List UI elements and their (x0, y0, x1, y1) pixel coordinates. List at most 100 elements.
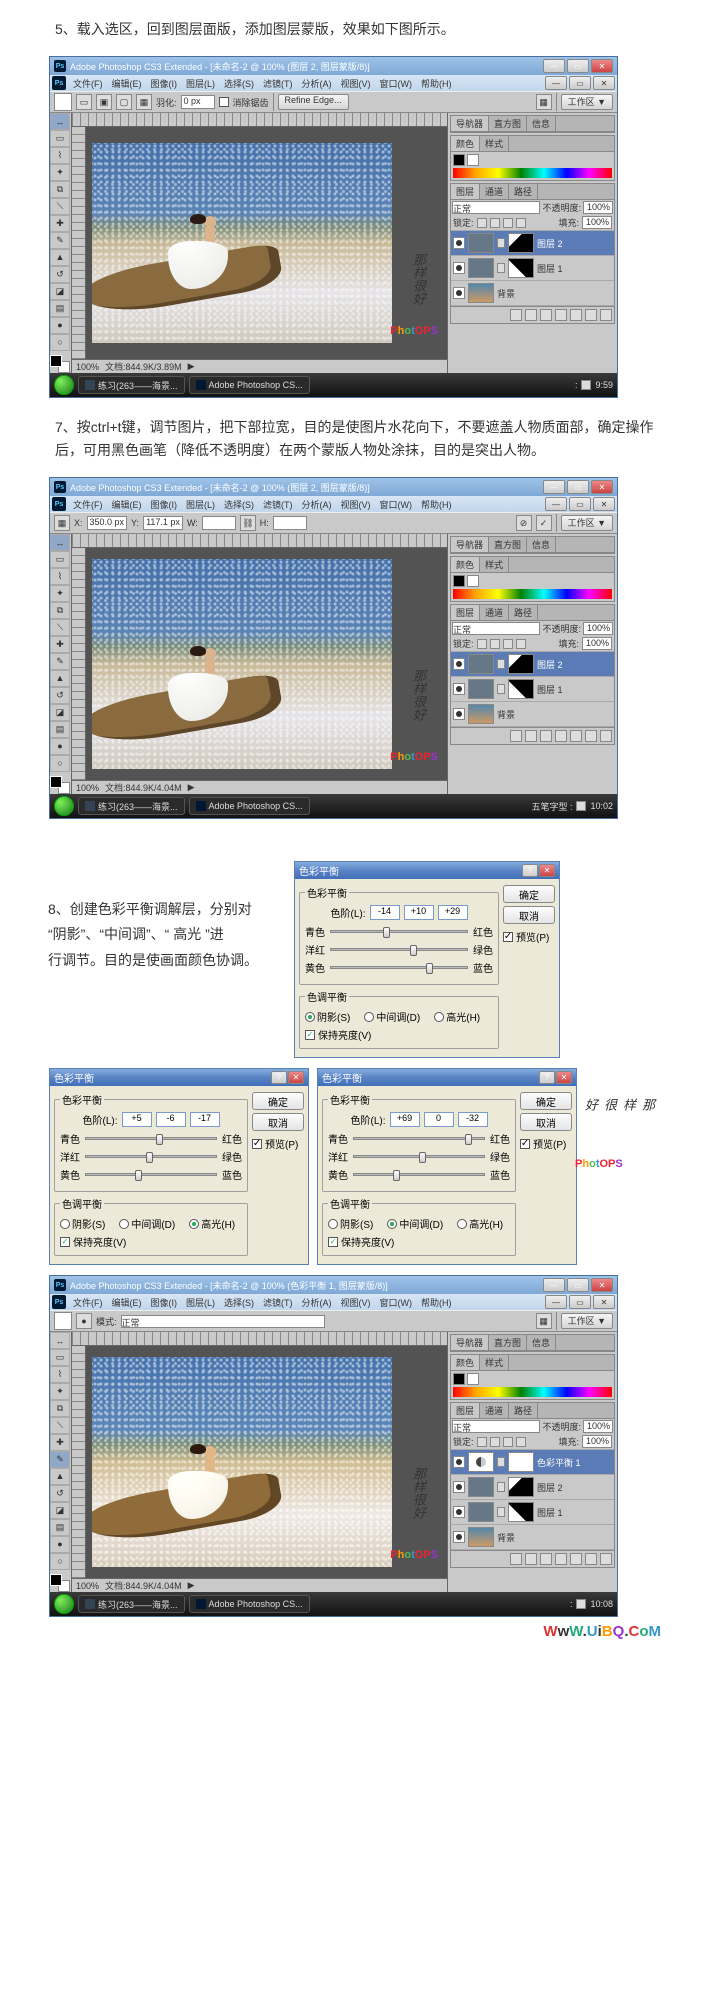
menu-edit[interactable]: 编辑(E) (108, 76, 146, 91)
new-layer-icon[interactable] (585, 730, 597, 742)
blend-mode-select[interactable]: 正常 (452, 622, 540, 635)
history-brush-icon[interactable]: ↺ (50, 266, 70, 283)
visibility-toggle[interactable] (453, 658, 465, 670)
lock-all-icon[interactable] (516, 218, 526, 228)
delete-layer-icon[interactable] (600, 1553, 612, 1565)
menu-layer[interactable]: 图层(L) (182, 497, 219, 512)
sel-add-icon[interactable]: ▣ (96, 94, 112, 110)
tab-navigator[interactable]: 导航器 (451, 116, 489, 131)
start-button[interactable] (54, 796, 74, 816)
menu-help[interactable]: 帮助(H) (417, 76, 456, 91)
dodge-tool-icon[interactable]: ○ (50, 1553, 70, 1570)
dialog-help-button[interactable]: ? (539, 1071, 555, 1084)
go-bridge-icon[interactable]: ▦ (536, 1313, 552, 1329)
new-layer-icon[interactable] (585, 309, 597, 321)
blend-mode-select[interactable]: 正常 (452, 201, 540, 214)
maximize-button[interactable]: ▭ (567, 1278, 589, 1292)
menu-edit[interactable]: 编辑(E) (108, 1295, 146, 1310)
heal-tool-icon[interactable]: ✚ (50, 1434, 70, 1451)
lock-pixels-icon[interactable] (490, 639, 500, 649)
radio-highlights[interactable]: 高光(H) (189, 1216, 235, 1231)
crop-tool-icon[interactable]: ⧉ (50, 602, 70, 619)
layer-row[interactable]: 背景 (451, 281, 614, 306)
layer-row[interactable]: 图层 2 (451, 652, 614, 677)
tab-layers[interactable]: 图层 (451, 184, 480, 199)
layer-row[interactable]: 图层 2 (451, 231, 614, 256)
task-item-doc[interactable]: 练习(263——海景... (78, 1595, 185, 1613)
tab-paths[interactable]: 路径 (509, 1403, 538, 1418)
layer-row[interactable]: 图层 2 (451, 1475, 614, 1500)
move-tool-icon[interactable]: ↔ (50, 1332, 70, 1349)
layer-row[interactable]: 背景 (451, 702, 614, 727)
tab-channels[interactable]: 通道 (480, 605, 509, 620)
tab-styles[interactable]: 样式 (480, 136, 509, 151)
doc-close-button[interactable]: ✕ (593, 76, 615, 90)
add-mask-icon[interactable] (540, 730, 552, 742)
color-slider[interactable] (330, 966, 468, 969)
ref-point-icon[interactable]: ▦ (54, 515, 70, 531)
preview-checkbox[interactable]: ✓ (520, 1139, 530, 1149)
doc-restore-button[interactable]: ▭ (569, 497, 591, 511)
stamp-tool-icon[interactable]: ▲ (50, 249, 70, 266)
sel-int-icon[interactable]: ▦ (136, 94, 152, 110)
color-slider[interactable] (353, 1137, 485, 1140)
marquee-tool-icon[interactable]: ▭ (50, 1349, 70, 1366)
tab-info[interactable]: 信息 (527, 116, 556, 131)
color-slider[interactable] (85, 1173, 217, 1176)
task-item-doc[interactable]: 练习(263——海景... (78, 797, 185, 815)
visibility-toggle[interactable] (453, 1481, 465, 1493)
lock-position-icon[interactable] (503, 639, 513, 649)
blur-tool-icon[interactable]: ● (50, 1536, 70, 1553)
cancel-button[interactable]: 取消 (520, 1113, 572, 1131)
cancel-button[interactable]: 取消 (503, 906, 555, 924)
layer-fx-icon[interactable] (525, 730, 537, 742)
workspace-dropdown[interactable]: 工作区 ▼ (561, 515, 613, 531)
layer-row[interactable]: 图层 1 (451, 256, 614, 281)
heal-tool-icon[interactable]: ✚ (50, 215, 70, 232)
maximize-button[interactable]: ▭ (567, 59, 589, 73)
start-button[interactable] (54, 1594, 74, 1614)
menu-select[interactable]: 选择(S) (220, 497, 258, 512)
new-adj-icon[interactable] (555, 309, 567, 321)
task-item-ps[interactable]: Adobe Photoshop CS... (189, 797, 310, 815)
stamp-tool-icon[interactable]: ▲ (50, 1468, 70, 1485)
wand-tool-icon[interactable]: ✦ (50, 585, 70, 602)
crop-tool-icon[interactable]: ⧉ (50, 181, 70, 198)
menu-window[interactable]: 窗口(W) (376, 497, 417, 512)
zoom-level[interactable]: 100% (76, 783, 99, 793)
opacity-input[interactable]: 100% (583, 1420, 613, 1433)
layer-row[interactable]: 背景 (451, 1525, 614, 1550)
start-button[interactable] (54, 375, 74, 395)
gradient-tool-icon[interactable]: ▤ (50, 300, 70, 317)
tab-styles[interactable]: 样式 (480, 557, 509, 572)
menu-help[interactable]: 帮助(H) (417, 497, 456, 512)
heal-tool-icon[interactable]: ✚ (50, 636, 70, 653)
y-input[interactable]: 117.1 px (143, 516, 183, 530)
link-layers-icon[interactable] (510, 309, 522, 321)
layer-fx-icon[interactable] (525, 1553, 537, 1565)
fg-bg-colors[interactable] (50, 776, 70, 795)
eraser-tool-icon[interactable]: ◪ (50, 1502, 70, 1519)
cancel-button[interactable]: 取消 (252, 1113, 304, 1131)
feather-input[interactable]: 0 px (181, 95, 215, 109)
eraser-tool-icon[interactable]: ◪ (50, 704, 70, 721)
marquee-tool-icon[interactable]: ▭ (50, 551, 70, 568)
marquee-tool-icon[interactable]: ▭ (50, 130, 70, 147)
visibility-toggle[interactable] (453, 1456, 465, 1468)
level-3-input[interactable]: -17 (190, 1112, 220, 1127)
minimize-button[interactable]: — (543, 59, 565, 73)
eraser-tool-icon[interactable]: ◪ (50, 283, 70, 300)
zoom-level[interactable]: 100% (76, 1581, 99, 1591)
menu-view[interactable]: 视图(V) (337, 76, 375, 91)
tab-styles[interactable]: 样式 (480, 1355, 509, 1370)
layer-row[interactable]: 图层 1 (451, 1500, 614, 1525)
level-2-input[interactable]: 0 (424, 1112, 454, 1127)
visibility-toggle[interactable] (453, 262, 465, 274)
new-layer-icon[interactable] (585, 1553, 597, 1565)
menu-image[interactable]: 图像(I) (147, 497, 182, 512)
brush-tool-icon[interactable]: ✎ (50, 653, 70, 670)
menu-help[interactable]: 帮助(H) (417, 1295, 456, 1310)
preserve-lum-checkbox[interactable] (305, 1030, 315, 1040)
dodge-tool-icon[interactable]: ○ (50, 755, 70, 772)
workspace-dropdown[interactable]: 工作区 ▼ (561, 1313, 613, 1329)
